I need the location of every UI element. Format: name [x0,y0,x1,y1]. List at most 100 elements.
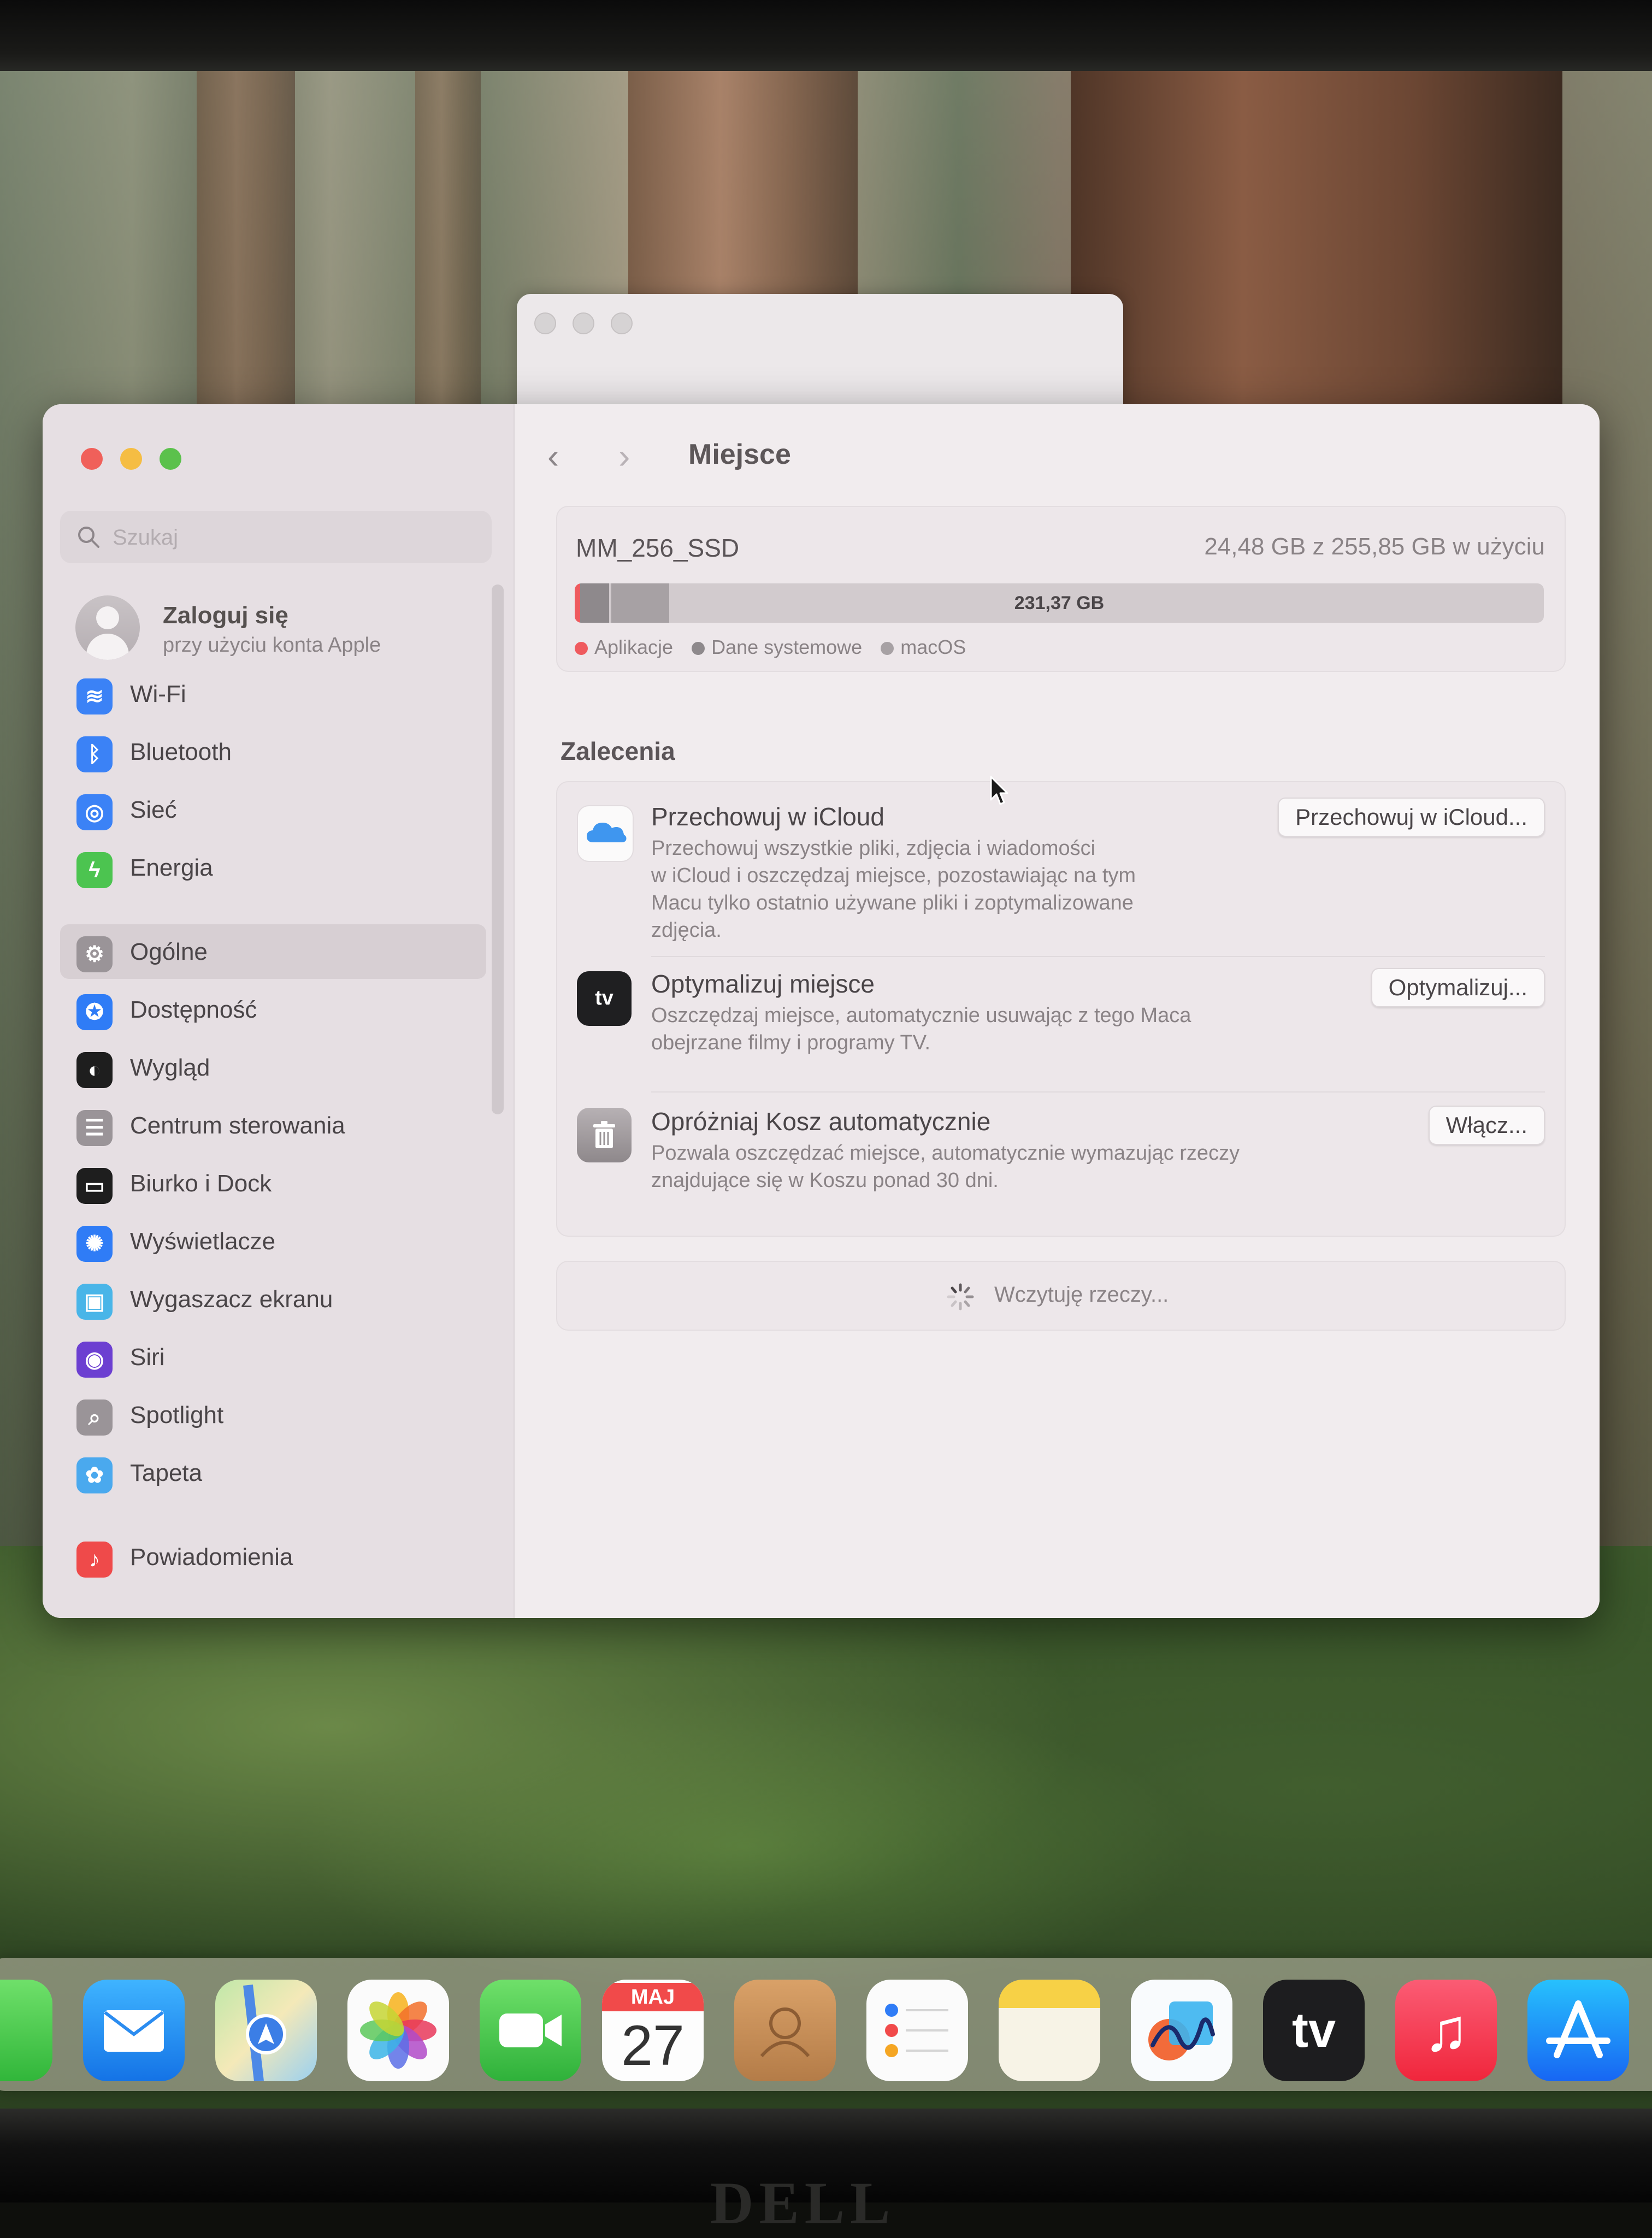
sidebar-item-label: Siri [130,1344,165,1371]
sidebar-item-gear[interactable]: ⚙ Ogólne [60,924,486,979]
sidebar: Zaloguj się przy użyciu konta Apple ≋ Wi-… [43,404,515,1618]
sidebar-item-label: Spotlight [130,1402,224,1428]
sidebar-scrollbar[interactable] [492,584,504,1114]
sidebar-item-label: Bluetooth [130,739,232,765]
sidebar-item-flower[interactable]: ✿ Tapeta [60,1445,486,1500]
disk-usage: 24,48 GB z 255,85 GB w użyciu [1204,533,1545,560]
freeform-icon[interactable] [1131,1980,1232,2081]
enable-auto-empty-trash-button[interactable]: Włącz... [1428,1106,1545,1145]
notes-icon[interactable] [999,1980,1100,2081]
monitor-bezel-bottom: DELL [0,2109,1652,2236]
sidebar-item-siri[interactable]: ◉ Siri [60,1330,486,1384]
recommendation-title: Optymalizuj miejsce [651,970,875,998]
recommendations-card: Przechowuj w iCloud Przechowuj wszystkie… [556,781,1566,1237]
search-icon [78,527,99,548]
recommendations-heading: Zalecenia [560,737,675,765]
forward-button[interactable]: › [618,437,651,475]
loading-items-card: Wczytuję rzeczy... [556,1261,1566,1331]
sidebar-item-label: Centrum sterowania [130,1112,345,1139]
trash-icon [577,1108,632,1162]
appearance-icon: ◐ [76,1052,113,1088]
sidebar-item-accessibility[interactable]: ✪ Dostępność [60,982,486,1037]
sidebar-item-label: Biurko i Dock [130,1170,272,1197]
sidebar-item-label: Powiadomienia [130,1544,293,1570]
sidebar-item-appearance[interactable]: ◐ Wygląd [60,1040,486,1095]
storage-legend: Aplikacje Dane systemowe macOS [575,636,966,659]
avatar [75,595,140,660]
sidebar-item-label: Sieć [130,796,177,823]
legend-macos: macOS [881,636,966,659]
contacts-icon[interactable] [734,1980,836,2081]
recommendation-title: Przechowuj w iCloud [651,802,884,831]
sidebar-item-label: Ogólne [130,938,208,965]
sidebar-item-wifi[interactable]: ≋ Wi-Fi [60,666,486,721]
wifi-icon: ≋ [76,678,113,714]
maps-icon[interactable] [215,1980,317,2081]
sidebar-item-screensaver[interactable]: ▣ Wygaszacz ekranu [60,1272,486,1326]
sidebar-item-label: Tapeta [130,1460,203,1486]
music-icon[interactable]: ♫ [1395,1980,1497,2081]
sidebar-item-sun[interactable]: ✺ Wyświetlacze [60,1214,486,1268]
globe-icon: ◎ [76,794,113,830]
monitor-bezel-top [0,0,1652,76]
close-window-button[interactable] [81,448,103,470]
bolt-icon: ϟ [76,852,113,888]
zoom-window-button[interactable] [160,448,181,470]
gear-icon: ⚙ [76,936,113,972]
sidebar-item-label: Wyświetlacze [130,1228,276,1255]
tv-app-icon[interactable]: tv [1263,1980,1365,2081]
apple-account-signin[interactable]: Zaloguj się przy użyciu konta Apple [75,595,491,666]
recommendation-title: Opróżniaj Kosz automatycznie [651,1107,991,1136]
monitor-brand-logo: DELL [710,2170,896,2236]
system-settings-window: Zaloguj się przy użyciu konta Apple ≋ Wi-… [43,404,1600,1618]
dock: MAJ 27 tv ♫ [0,1958,1652,2091]
photos-icon[interactable] [347,1980,449,2081]
loading-spinner-icon [947,1283,974,1310]
siri-icon: ◉ [76,1342,113,1378]
flower-icon: ✿ [76,1457,113,1493]
search-input[interactable] [111,511,485,564]
sidebar-item-bell[interactable]: ♪ Powiadomienia [60,1530,486,1584]
calendar-icon[interactable]: MAJ 27 [602,1980,704,2081]
sidebar-item-globe[interactable]: ◎ Sieć [60,782,486,837]
minimize-window-button[interactable] [120,448,142,470]
sidebar-item-dock[interactable]: ▭ Biurko i Dock [60,1156,486,1210]
free-space-label: 231,37 GB [1014,593,1105,613]
back-button[interactable]: ‹ [547,437,580,475]
reminders-icon[interactable] [866,1980,968,2081]
sidebar-item-label: Wi-Fi [130,681,186,707]
icloud-icon [577,805,634,862]
sidebar-item-bolt[interactable]: ϟ Energia [60,840,486,895]
sidebar-item-bluetooth[interactable]: ᛒ Bluetooth [60,724,486,779]
store-in-icloud-button[interactable]: Przechowuj w iCloud... [1278,798,1545,837]
facetime-icon[interactable] [480,1980,581,2081]
calendar-month: MAJ [602,1983,704,2011]
optimize-button[interactable]: Optymalizuj... [1371,968,1545,1007]
legend-system-data: Dane systemowe [692,636,862,659]
recommendation-description: Pozwala oszczędzać miejsce, automatyczni… [651,1142,1240,1192]
disk-name: MM_256_SSD [576,534,740,562]
control-center-icon: ☰ [76,1110,113,1146]
search-field[interactable] [60,511,492,564]
dock-icon: ▭ [76,1168,113,1204]
mouse-cursor-icon [990,776,1008,805]
content-pane: ‹ › Miejsce MM_256_SSD 24,48 GB z 255,85… [515,404,1600,1618]
app-store-icon[interactable] [1527,1980,1629,2081]
account-title: Zaloguj się [163,602,288,629]
sidebar-item-control-center[interactable]: ☰ Centrum sterowania [60,1098,486,1153]
storage-bar[interactable]: 231,37 GB [575,583,1544,623]
mail-icon[interactable] [83,1980,185,2081]
messages-icon[interactable] [0,1980,52,2081]
bluetooth-icon: ᛒ [76,736,113,772]
sidebar-item-label: Dostępność [130,996,257,1023]
storage-card: MM_256_SSD 24,48 GB z 255,85 GB w użyciu… [556,506,1566,672]
screensaver-icon: ▣ [76,1284,113,1320]
loading-text: Wczytuję rzeczy... [994,1283,1169,1307]
accessibility-icon: ✪ [76,994,113,1030]
sidebar-item-label: Wygląd [130,1054,210,1081]
magnifier-icon: ⌕ [76,1400,113,1436]
recommendation-description: Przechowuj wszystkie pliki, zdjęcia i wi… [651,837,1136,942]
bell-icon: ♪ [76,1542,113,1578]
sidebar-item-magnifier[interactable]: ⌕ Spotlight [60,1387,486,1442]
calendar-day: 27 [621,2014,685,2077]
